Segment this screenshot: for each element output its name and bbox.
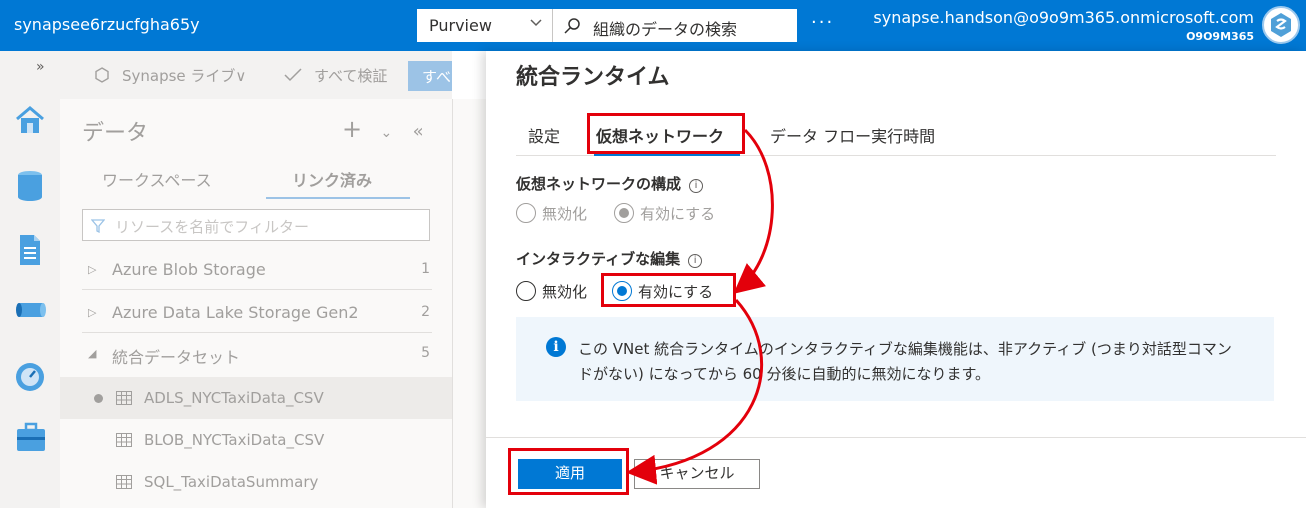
develop-icon[interactable] [0, 221, 60, 273]
pane-actions: + ⌄ « [342, 115, 424, 143]
tree-item-count: 1 [421, 261, 430, 277]
tab-linked[interactable]: リンク済み [292, 167, 372, 191]
table-icon [116, 475, 132, 489]
home-icon[interactable] [0, 93, 60, 145]
checkmark-icon [284, 68, 302, 82]
toolbar: Synapse ライブ∨ すべて検証 すべ [60, 51, 452, 99]
tree-item-adls-gen2[interactable]: ▷ Azure Data Lake Storage Gen2 2 [60, 292, 452, 334]
tree-item-label: Azure Blob Storage [112, 260, 266, 279]
radio-label: 無効化 [542, 205, 588, 223]
chevron-right-icon: ▷ [88, 263, 97, 276]
user-email[interactable]: synapse.handson@o9o9m365.onmicrosoft.com [873, 8, 1254, 27]
dataset-item[interactable]: BLOB_NYCTaxiData_CSV [60, 419, 452, 461]
info-icon[interactable]: i [689, 179, 704, 193]
tree-item-blob-storage[interactable]: ▷ Azure Blob Storage 1 [60, 249, 452, 291]
tab-data-flow-runtime[interactable]: データ フロー実行時間 [770, 123, 935, 147]
unsaved-dot-icon [94, 394, 103, 403]
publish-all-button[interactable]: すべ [408, 61, 452, 91]
radio-label: 有効にする [640, 205, 716, 223]
info-icon: i [546, 337, 566, 357]
dataset-item[interactable]: SQL_TaxiDataSummary [60, 461, 452, 503]
pane-title: データ [82, 121, 149, 146]
scope-value: Purview [429, 16, 492, 35]
synapse-live-dropdown[interactable]: Synapse ライブ∨ [122, 65, 246, 86]
editor-area [452, 99, 486, 508]
info-message: i この VNet 統合ランタイムのインタラクティブな編集機能は、非アクティブ … [516, 317, 1274, 401]
search-input[interactable]: 組織のデータの検索 [553, 9, 797, 42]
dataset-label: BLOB_NYCTaxiData_CSV [144, 431, 325, 449]
data-pane: Synapse ライブ∨ すべて検証 すべ データ + ⌄ « ワークスペース … [60, 51, 452, 508]
synapse-icon [95, 67, 109, 83]
integrate-icon[interactable] [0, 283, 60, 335]
highlight-vnet-tab [587, 113, 745, 154]
filter-icon [91, 219, 105, 233]
workspace-name[interactable]: synapsee6rzucfgha65y [14, 15, 200, 34]
table-icon [116, 391, 132, 405]
interactive-authoring-label-text: インタラクティブな編集 [516, 250, 681, 268]
radio-label: 無効化 [542, 283, 588, 301]
radio-circle [614, 203, 634, 223]
highlight-enable-radio [601, 273, 736, 307]
divider [82, 289, 432, 290]
table-icon [116, 433, 132, 447]
expand-rail-button[interactable]: » [36, 59, 45, 75]
tree-item-label: Azure Data Lake Storage Gen2 [112, 303, 359, 322]
left-rail: » [0, 51, 60, 508]
data-pane-body: データ + ⌄ « ワークスペース リンク済み リソースを名前でフィルター ▷ … [60, 99, 452, 508]
panel-title: 統合ランタイム [516, 65, 670, 90]
more-options-button[interactable]: ··· [811, 12, 834, 33]
chevron-right-icon: ▷ [88, 306, 97, 319]
tab-settings[interactable]: 設定 [528, 123, 560, 147]
filter-placeholder: リソースを名前でフィルター [115, 218, 309, 236]
info-icon[interactable]: i [688, 254, 703, 268]
dataset-item[interactable]: ADLS_NYCTaxiData_CSV [60, 377, 452, 419]
tab-underline [266, 197, 410, 199]
footer-divider [486, 437, 1306, 438]
tree-item-count: 5 [421, 345, 430, 361]
dataset-label: ADLS_NYCTaxiData_CSV [144, 389, 324, 407]
tree-item-label: 統合データセット [112, 348, 241, 367]
verify-all-button[interactable]: すべて検証 [314, 65, 387, 86]
publish-all-label: すべ [422, 68, 451, 86]
tab-workspace[interactable]: ワークスペース [102, 167, 212, 191]
filter-input[interactable]: リソースを名前でフィルター [82, 209, 430, 241]
radio-circle [516, 281, 536, 301]
vnet-config-label-text: 仮想ネットワークの構成 [516, 175, 682, 193]
highlight-apply-button [508, 448, 629, 495]
vnet-config-label: 仮想ネットワークの構成 i [516, 173, 704, 194]
manage-icon[interactable] [0, 409, 60, 461]
dataset-label: SQL_TaxiDataSummary [144, 473, 319, 491]
interactive-authoring-label: インタラクティブな編集 i [516, 248, 703, 269]
chevron-down-icon [530, 19, 542, 27]
cancel-button[interactable]: キャンセル [634, 459, 760, 489]
search-placeholder: 組織のデータの検索 [593, 20, 738, 39]
tree-item-integration-datasets[interactable]: ◢ 統合データセット 5 [60, 333, 452, 375]
user-tenant: O9O9M365 [1186, 30, 1254, 43]
data-icon[interactable] [0, 157, 60, 209]
radio-circle [516, 203, 536, 223]
top-bar: synapsee6rzucfgha65y Purview 組織のデータの検索 ·… [0, 0, 1306, 51]
close-pane-icon[interactable]: « [413, 121, 424, 142]
add-icon[interactable]: + [342, 115, 362, 143]
search-icon [564, 18, 580, 34]
avatar[interactable] [1262, 6, 1300, 44]
scope-select[interactable]: Purview [417, 9, 553, 42]
collapse-all-icon[interactable]: ⌄ [380, 125, 392, 141]
info-message-text: この VNet 統合ランタイムのインタラクティブな編集機能は、非アクティブ (つ… [578, 340, 1232, 383]
chevron-down-icon: ◢ [88, 347, 97, 360]
monitor-icon[interactable] [0, 349, 60, 401]
synapse-logo-icon [1271, 13, 1291, 37]
tree-item-count: 2 [421, 304, 430, 320]
